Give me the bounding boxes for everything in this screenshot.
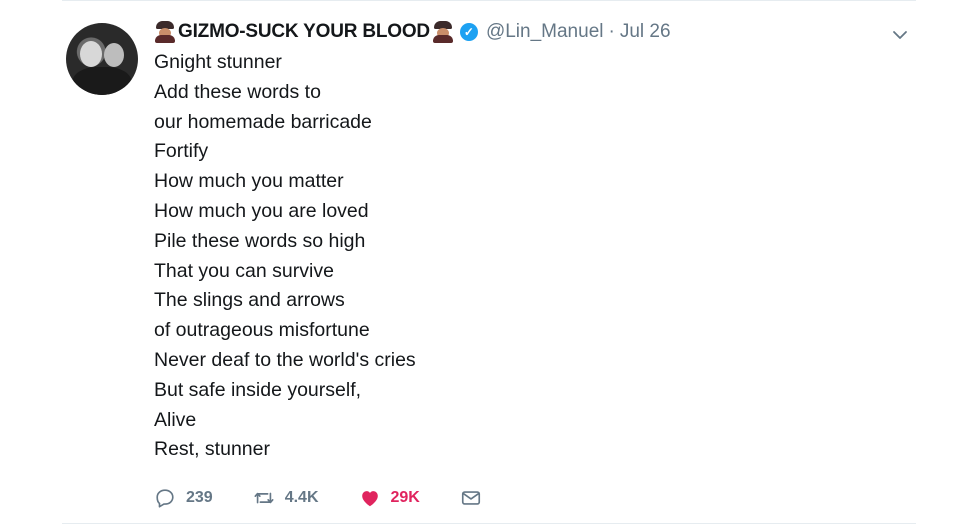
tweet-line: But safe inside yourself, <box>154 378 362 401</box>
avatar-person-1 <box>80 41 102 67</box>
retweet-icon <box>254 492 274 504</box>
tweet-line: Gnight stunner <box>154 51 282 73</box>
chevron-down-icon[interactable] <box>892 27 908 43</box>
retweet-count: 4.4K <box>284 489 319 506</box>
vampire-emoji-icon <box>432 21 454 43</box>
tweet-line: How much you are loved <box>154 199 369 222</box>
tweet-actions: 239 4.4K 29K <box>154 485 522 511</box>
tweet-text: Gnight stunner Add these words to our ho… <box>154 48 854 465</box>
tweet-line: Add these words to <box>154 80 321 103</box>
tweet-line: That you can survive <box>154 259 334 282</box>
tweet-header: GIZMO-SUCK YOUR BLOOD ✓ @Lin_Manuel · Ju… <box>154 17 671 47</box>
like-count: 29K <box>390 489 420 506</box>
like-button[interactable]: 29K <box>359 487 420 509</box>
tweet-line: Never deaf to the world's cries <box>154 348 416 371</box>
retweet-button[interactable]: 4.4K <box>253 487 319 509</box>
direct-message-button[interactable] <box>460 487 482 509</box>
tweet-line: How much you matter <box>154 170 344 193</box>
reply-count: 239 <box>186 489 213 506</box>
reply-button[interactable]: 239 <box>154 487 213 509</box>
tweet-line: The slings and arrows <box>154 289 345 312</box>
tweet-line: our homemade barricade <box>154 110 372 133</box>
tweet-date[interactable]: Jul 26 <box>620 21 671 43</box>
tweet-line: Alive <box>154 408 197 431</box>
tweet-line: of outrageous misfortune <box>154 319 370 342</box>
tweet-card[interactable]: GIZMO-SUCK YOUR BLOOD ✓ @Lin_Manuel · Ju… <box>62 0 916 524</box>
reply-icon <box>156 489 174 508</box>
avatar[interactable] <box>66 23 138 95</box>
tweet-line: Fortify <box>154 140 209 163</box>
user-handle[interactable]: @Lin_Manuel <box>486 21 604 43</box>
avatar-body <box>72 67 132 95</box>
display-name[interactable]: GIZMO-SUCK YOUR BLOOD <box>178 21 430 43</box>
heart-icon <box>361 491 378 507</box>
tweet-line: Rest, stunner <box>154 438 270 461</box>
avatar-person-2 <box>104 43 124 67</box>
tweet-line: Pile these words so high <box>154 229 366 252</box>
verified-badge-icon: ✓ <box>459 23 478 41</box>
vampire-emoji-icon <box>154 21 176 43</box>
header-separator: · <box>608 21 615 42</box>
envelope-icon <box>461 491 480 505</box>
